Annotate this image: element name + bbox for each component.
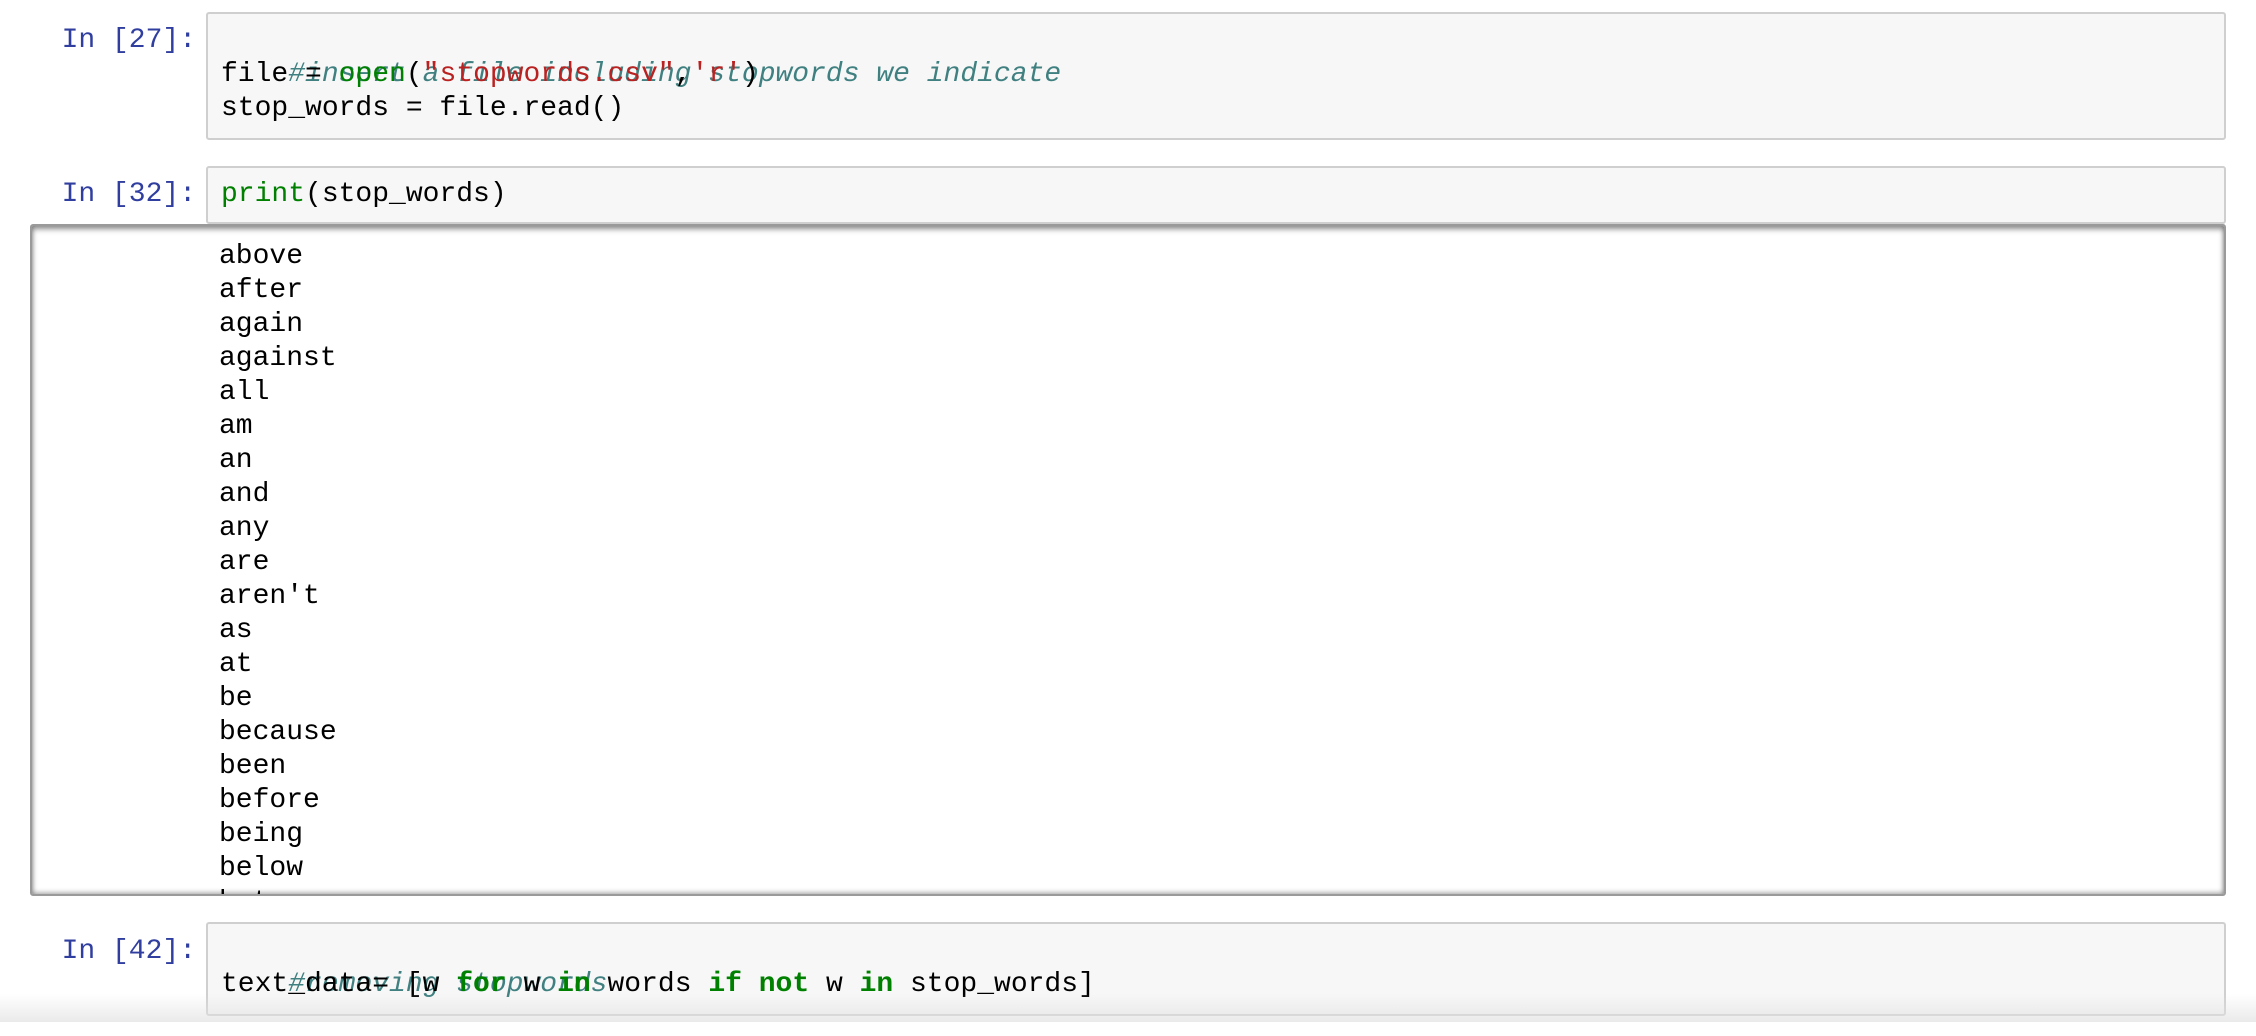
output-line: between [219, 886, 337, 894]
output-line: all [219, 377, 270, 408]
code-text: stop_words = file.read() [221, 93, 625, 124]
output-line: be [219, 683, 253, 714]
output-text: above after again against all am an and … [219, 240, 337, 894]
output-line: been [219, 751, 287, 782]
code-line: print(stop_words) [221, 178, 507, 212]
output-line: because [219, 717, 337, 748]
code-line: file = open("stopwords.csv",'r') [221, 58, 759, 92]
output-line: after [219, 275, 304, 306]
output-line: at [219, 649, 253, 680]
output-line: are [219, 547, 270, 578]
code-text: (stop_words) [305, 179, 507, 210]
cell-prompt: In [32]: [61, 179, 196, 210]
code-string: "stopwords.csv" [422, 59, 675, 90]
output-line: above [219, 241, 304, 272]
cell-prompt: In [27]: [61, 25, 196, 56]
code-text: file = [221, 59, 339, 90]
code-builtin: open [338, 59, 406, 90]
code-builtin: print [221, 179, 306, 210]
code-text: ( [405, 59, 423, 90]
output-line: am [219, 411, 253, 442]
code-line: stop_words = file.read() [221, 92, 624, 126]
output-line: below [219, 853, 304, 884]
output-line: before [219, 785, 320, 816]
cell-prompt: In [42]: [61, 936, 196, 967]
output-line: against [219, 343, 337, 374]
scrollable-output-area[interactable]: above after again against all am an and … [30, 224, 2226, 896]
page-bottom-shadow [0, 994, 2256, 1022]
output-line: any [219, 513, 270, 544]
output-line: being [219, 819, 304, 850]
code-text: , [674, 59, 692, 90]
code-cell-input[interactable]: #insert a file including stopwords we in… [206, 12, 2226, 140]
output-line: as [219, 615, 253, 646]
output-line: and [219, 479, 270, 510]
output-line: aren't [219, 581, 320, 612]
code-cell-input[interactable]: print(stop_words) [206, 166, 2226, 224]
output-line: again [219, 309, 304, 340]
code-string: 'r' [691, 59, 742, 90]
code-text: ) [741, 59, 759, 90]
output-line: an [219, 445, 253, 476]
